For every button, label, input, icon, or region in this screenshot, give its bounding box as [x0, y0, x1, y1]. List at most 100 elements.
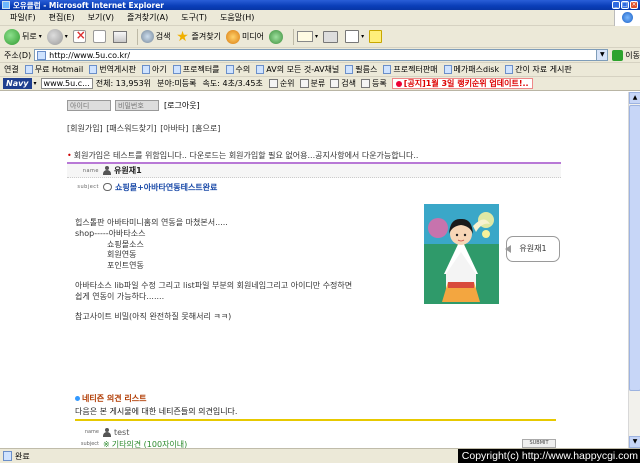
- window-controls: _ □ ×: [612, 1, 638, 9]
- link-item[interactable]: 프로젝터판매: [383, 64, 438, 75]
- menu-edit[interactable]: 편집(E): [49, 12, 75, 23]
- password-input[interactable]: [115, 100, 159, 111]
- favorites-button[interactable]: ★ 즐겨찾기: [176, 29, 221, 45]
- status-text: 완료: [15, 451, 30, 461]
- maximize-button[interactable]: □: [621, 1, 629, 9]
- link-item[interactable]: 필름스: [345, 64, 377, 75]
- navy-search-button[interactable]: 검색: [330, 78, 356, 89]
- mail-button[interactable]: ▾: [297, 31, 318, 42]
- body-line: shop-----아바타소스: [75, 228, 146, 238]
- media-icon: [225, 29, 240, 44]
- forward-arrow-icon: [46, 28, 63, 45]
- media-button[interactable]: 미디어: [225, 29, 264, 44]
- forward-button[interactable]: ▾: [46, 28, 68, 45]
- navy-logo[interactable]: Navy: [3, 78, 32, 89]
- navy-class-button[interactable]: 분류: [299, 78, 325, 89]
- comment-subject-row: subject ※ 기타의견 (100자이내) SUBMIT: [75, 439, 556, 448]
- link-item[interactable]: 아기: [142, 64, 167, 75]
- chevron-down-icon[interactable]: ▾: [34, 80, 37, 87]
- scroll-up-icon[interactable]: ▲: [629, 92, 640, 104]
- logout-link[interactable]: [로그아웃]: [164, 100, 200, 111]
- stop-icon: [72, 28, 86, 43]
- address-input[interactable]: http://www.5u.co.kr/ ▼: [34, 49, 609, 61]
- star-icon: ★: [176, 28, 189, 45]
- menu-view[interactable]: 보기(V): [88, 12, 114, 23]
- links-label: 연결: [4, 65, 19, 74]
- body-line: [75, 272, 352, 281]
- page-icon: [345, 65, 354, 74]
- navy-register-button[interactable]: 등록: [361, 78, 387, 89]
- class-icon: [299, 79, 309, 88]
- stop-button[interactable]: [72, 28, 88, 43]
- minimize-button[interactable]: _: [612, 1, 620, 9]
- post-intro: • 회원가입은 테스트를 위함입니다.. 다운로드는 회원가입할 필요 없어용..…: [67, 151, 419, 160]
- mail-icon: [297, 31, 314, 42]
- register-icon: [361, 79, 371, 88]
- print-button[interactable]: [323, 30, 340, 43]
- link-item[interactable]: AV의 모든 것-AV채널: [256, 64, 339, 75]
- links-bar: 연결 무료 Hotmail 번역게시판 아기 프로젝터를 수의 AV의 모든 것…: [0, 62, 640, 76]
- page-icon: [37, 50, 47, 60]
- search-icon: [330, 79, 340, 88]
- address-dropdown-icon[interactable]: ▼: [596, 50, 608, 60]
- login-form: [로그아웃]: [67, 100, 200, 111]
- menu-file[interactable]: 파일(F): [10, 12, 36, 23]
- navy-site-field[interactable]: www.5u.c...: [40, 78, 93, 89]
- comment-input-hint[interactable]: 기타의견 (100자이내): [112, 439, 188, 449]
- subject-key: subject: [80, 441, 99, 447]
- link-item[interactable]: 간이 자료 게시판: [505, 64, 572, 75]
- home-button[interactable]: [112, 30, 129, 43]
- home-link[interactable]: [홈으로]: [192, 124, 220, 133]
- address-url: http://www.5u.co.kr/: [49, 50, 131, 60]
- link-item[interactable]: 메가패스disk: [443, 64, 499, 75]
- window-title: 오유클럽 - Microsoft Internet Explorer: [13, 0, 165, 10]
- menu-tools[interactable]: 도구(T): [181, 12, 207, 23]
- link-item[interactable]: 프로젝터를: [172, 64, 220, 75]
- link-item[interactable]: 무료 Hotmail: [24, 64, 83, 75]
- link-item[interactable]: 수의: [225, 64, 250, 75]
- rank-icon: [268, 79, 278, 88]
- address-bar: 주소(D) http://www.5u.co.kr/ ▼ 이동: [0, 48, 640, 62]
- edit-button[interactable]: ▾: [345, 30, 364, 43]
- speech-bubble-icon: [103, 183, 112, 191]
- navy-total-rank: 전체: 13,953위: [95, 79, 152, 88]
- navy-speed: 속도: 4초/3.45초: [202, 79, 263, 88]
- page-icon: [3, 451, 12, 461]
- refresh-button[interactable]: [92, 30, 108, 43]
- ie-window-icon[interactable]: [2, 1, 10, 9]
- signup-link[interactable]: [회원가입]: [67, 124, 103, 133]
- scroll-down-icon[interactable]: ▼: [629, 436, 640, 448]
- navy-notice[interactable]: [공지]1월 3일 랭키순위 업데이트!..: [391, 78, 533, 89]
- close-button[interactable]: ×: [630, 1, 638, 9]
- post-author[interactable]: 유원재1: [114, 165, 142, 176]
- link-item[interactable]: 번역게시판: [89, 64, 136, 75]
- body-line: 힙스톨판 아바타미니홈의 연동을 마쳤본서.....: [75, 218, 228, 227]
- submit-button[interactable]: SUBMIT: [522, 439, 556, 448]
- avatar-link[interactable]: [아바타]: [160, 124, 188, 133]
- toolbar-separator: [293, 28, 295, 45]
- menu-help[interactable]: 도움말(H): [220, 12, 254, 23]
- menu-favorites[interactable]: 즐겨찾기(A): [127, 12, 168, 23]
- history-button[interactable]: [269, 29, 285, 44]
- page-icon: [225, 65, 234, 74]
- page-icon: [24, 65, 33, 74]
- menu-bar: 파일(F) 편집(E) 보기(V) 즐겨찾기(A) 도구(T) 도움말(H): [0, 10, 640, 26]
- navy-rank-button[interactable]: 순위: [268, 78, 295, 89]
- search-button[interactable]: 검색: [140, 30, 171, 43]
- page-icon: [142, 65, 150, 74]
- messenger-button[interactable]: [369, 30, 384, 43]
- find-password-link[interactable]: [패스워드찾기]: [106, 124, 156, 133]
- navy-category: 분야:미등록: [157, 79, 197, 88]
- go-button[interactable]: 이동: [612, 49, 640, 61]
- body-line: 회원연동: [107, 250, 137, 260]
- vertical-scrollbar[interactable]: ▲ ▼: [628, 92, 640, 448]
- page-icon: [172, 65, 181, 74]
- scroll-thumb[interactable]: [629, 105, 640, 391]
- comment-author[interactable]: test: [114, 428, 129, 437]
- id-input[interactable]: [67, 100, 111, 111]
- back-button[interactable]: 뒤로 ▾: [4, 28, 42, 45]
- edit-icon: [345, 30, 360, 43]
- notice-dot-icon: [395, 80, 402, 87]
- standard-toolbar: 뒤로 ▾ ▾ 검색 ★ 즐겨찾기 미디어 ▾ ▾: [0, 26, 640, 48]
- navy-toolbar: Navy ▾ www.5u.c... 전체: 13,953위 분야:미등록 속도…: [0, 76, 640, 91]
